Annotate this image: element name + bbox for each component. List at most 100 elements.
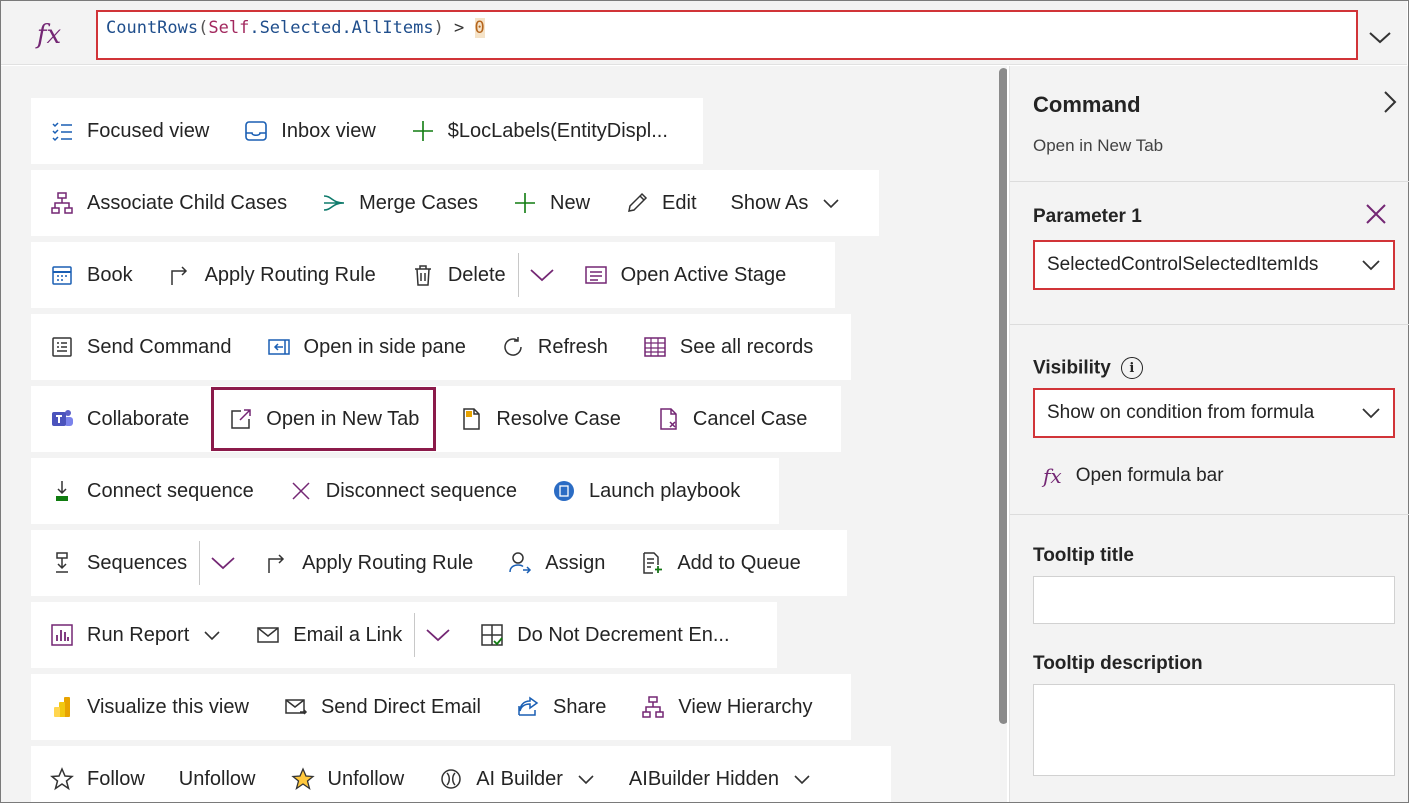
command-button[interactable]: Email a Link	[255, 613, 402, 657]
command-label: Run Report	[87, 623, 190, 646]
formula-bar: fx CountRows(Self.Selected.AllItems) > 0	[1, 1, 1407, 65]
command-label: Edit	[662, 191, 697, 214]
connect-sequence-icon	[49, 478, 75, 504]
command-button[interactable]: Resolve Case	[458, 397, 621, 441]
command-button[interactable]: Cancel Case	[655, 397, 807, 441]
command-button[interactable]: Show As	[731, 181, 841, 225]
command-button[interactable]: Follow	[49, 757, 145, 801]
visibility-label: Visibility i	[1033, 357, 1143, 380]
command-button[interactable]: Focused view	[49, 109, 209, 153]
command-button[interactable]: Open Active Stage	[583, 253, 787, 297]
command-bar-row: Run Report Email a Link Do Not Decrement E…	[31, 602, 777, 668]
divider	[1010, 181, 1409, 182]
trash-icon	[410, 262, 436, 288]
split-button-chevron-icon[interactable]	[414, 613, 461, 657]
command-button[interactable]: Unfollow	[179, 757, 256, 801]
command-label: Merge Cases	[359, 191, 479, 214]
assign-icon	[507, 550, 533, 576]
visibility-dropdown[interactable]: Show on condition from formula	[1033, 388, 1395, 438]
formula-token: Self	[208, 18, 250, 38]
star-filled-icon	[290, 766, 316, 792]
chevron-down-icon[interactable]	[822, 198, 840, 209]
command-button[interactable]: Book	[49, 253, 133, 297]
parameter-dropdown[interactable]: SelectedControlSelectedItemIds	[1033, 240, 1395, 290]
canvas-scrollbar[interactable]	[999, 68, 1007, 724]
command-bar-preview-canvas: Focused view Inbox view $LocLabels(EntityD…	[1, 66, 1007, 802]
refresh-icon	[500, 334, 526, 360]
sequence-icon	[49, 550, 75, 576]
info-icon[interactable]: i	[1120, 357, 1143, 379]
command-button[interactable]: Send Command	[49, 325, 232, 369]
chevron-down-icon	[1362, 260, 1380, 271]
command-label: Inbox view	[281, 119, 376, 142]
stage-icon	[583, 262, 609, 288]
command-button[interactable]: Sequences	[49, 541, 187, 585]
command-label: Assign	[545, 551, 606, 574]
command-label: Refresh	[537, 335, 608, 358]
expand-formula-chevron-icon[interactable]	[1363, 23, 1397, 53]
tooltip-title-input[interactable]	[1033, 576, 1395, 624]
command-button[interactable]: Edit	[624, 181, 697, 225]
grid-check-icon	[479, 622, 505, 648]
command-button[interactable]: AI Builder	[438, 757, 595, 801]
formula-token: >	[443, 18, 475, 38]
command-button[interactable]: Apply Routing Rule	[264, 541, 473, 585]
command-button[interactable]: AIBuilder Hidden	[629, 757, 811, 801]
command-button[interactable]: Apply Routing Rule	[167, 253, 376, 297]
command-button[interactable]: Send Direct Email	[283, 685, 481, 729]
parameter-dropdown-value: SelectedControlSelectedItemIds	[1047, 254, 1319, 275]
command-button[interactable]: Disconnect sequence	[288, 469, 517, 513]
merge-icon	[321, 190, 347, 216]
chevron-down-icon[interactable]	[203, 630, 221, 641]
command-button[interactable]: View Hierarchy	[640, 685, 813, 729]
route-arrow-icon	[264, 550, 290, 576]
command-button[interactable]: Delete	[410, 253, 506, 297]
fx-icon: fx	[36, 20, 62, 50]
collapse-panel-chevron-icon[interactable]	[1382, 90, 1398, 119]
command-button[interactable]: See all records	[642, 325, 813, 369]
command-label: Launch playbook	[589, 479, 741, 502]
command-label: Open Active Stage	[620, 263, 787, 286]
open-formula-bar-link[interactable]: fx Open formula bar	[1043, 464, 1224, 488]
command-button-selected[interactable]: Open in New Tab	[211, 387, 437, 451]
split-button-chevron-icon[interactable]	[517, 253, 565, 297]
command-button[interactable]: Run Report	[49, 613, 221, 657]
formula-input[interactable]: CountRows(Self.Selected.AllItems) > 0	[96, 10, 1358, 60]
command-button[interactable]: Connect sequence	[49, 469, 254, 513]
command-label: Collaborate	[87, 407, 190, 430]
command-label: Disconnect sequence	[325, 479, 518, 502]
remove-parameter-icon[interactable]	[1365, 203, 1387, 230]
command-button[interactable]: Merge Cases	[321, 181, 478, 225]
command-button[interactable]: Refresh	[500, 325, 608, 369]
chevron-down-icon[interactable]	[577, 774, 595, 785]
route-arrow-icon	[167, 262, 193, 288]
command-button[interactable]: New	[512, 181, 590, 225]
command-button[interactable]: Unfollow	[290, 757, 404, 801]
tooltip-description-input[interactable]	[1033, 684, 1395, 776]
command-button[interactable]: Collaborate	[49, 397, 189, 441]
command-label: Email a Link	[293, 623, 403, 646]
pencil-icon	[624, 190, 650, 216]
formula-token: 0	[474, 18, 485, 38]
calendar-icon	[49, 262, 75, 288]
command-label: See all records	[679, 335, 814, 358]
chevron-down-icon[interactable]	[793, 774, 811, 785]
command-button[interactable]: Open in side pane	[266, 325, 466, 369]
command-label: AI Builder	[476, 767, 563, 790]
table-icon	[642, 334, 668, 360]
panel-title: Command	[1033, 92, 1141, 117]
tooltip-description-label: Tooltip description	[1033, 653, 1203, 674]
command-button[interactable]: Share	[515, 685, 606, 729]
command-button[interactable]: Associate Child Cases	[49, 181, 287, 225]
command-bar-row: Send Command Open in side pane Refresh See …	[31, 314, 851, 380]
command-button[interactable]: Launch playbook	[551, 469, 740, 513]
command-button[interactable]: Assign	[507, 541, 605, 585]
split-button-chevron-icon[interactable]	[199, 541, 246, 585]
inbox-icon	[243, 118, 269, 144]
command-button[interactable]: Add to Queue	[639, 541, 801, 585]
command-button[interactable]: Inbox view	[243, 109, 376, 153]
command-bar-row: Associate Child Cases Merge Cases New Edit S…	[31, 170, 879, 236]
command-button[interactable]: $LocLabels(EntityDispl...	[410, 109, 668, 153]
command-button[interactable]: Visualize this view	[49, 685, 249, 729]
command-button[interactable]: Do Not Decrement En...	[479, 613, 730, 657]
